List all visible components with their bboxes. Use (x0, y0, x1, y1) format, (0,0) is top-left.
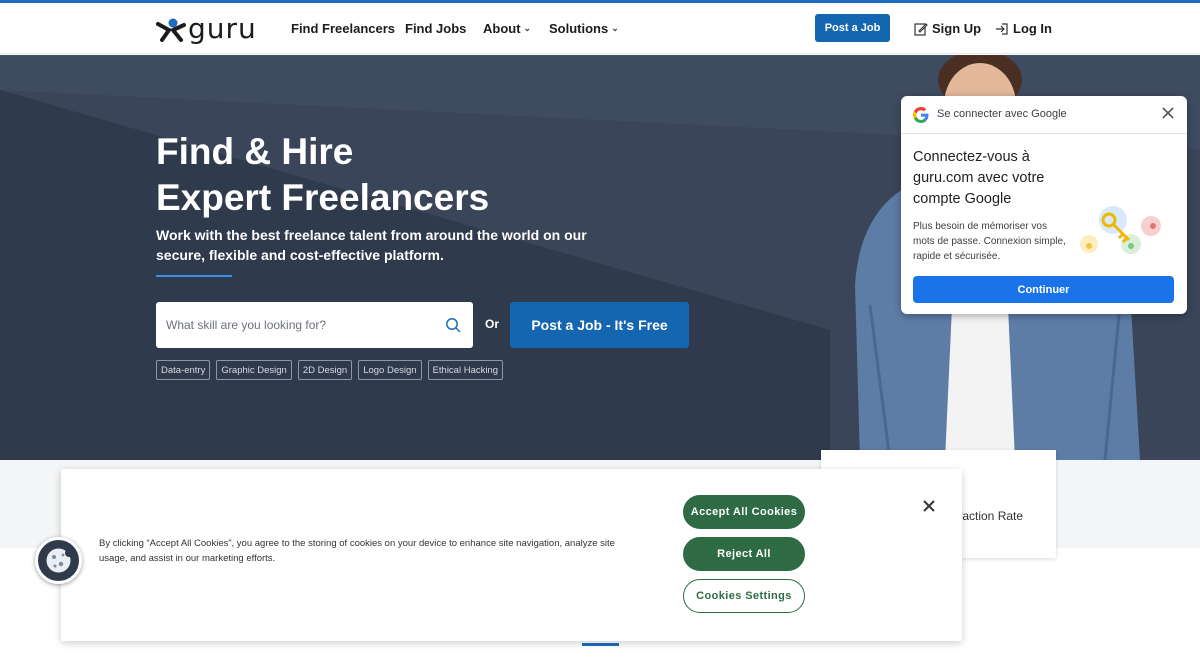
google-popup-heading: Se connecter avec Google (937, 108, 1067, 120)
section-accent-mark (582, 643, 619, 646)
nav-label: Find Freelancers (291, 21, 396, 36)
post-job-button[interactable]: Post a Job (815, 14, 890, 42)
google-popup-header: Se connecter avec Google (901, 96, 1187, 134)
log-in-link[interactable]: Log In (995, 3, 1052, 54)
skill-tag[interactable]: Logo Design (358, 360, 422, 380)
hero-subtitle: Work with the best freelance talent from… (156, 227, 587, 263)
nav-solutions[interactable]: Solutions ⌄ (549, 3, 619, 54)
sign-up-label: Sign Up (932, 21, 982, 36)
reject-all-button[interactable]: Reject All (683, 537, 805, 571)
chevron-down-icon: ⌄ (523, 23, 532, 33)
skill-tag[interactable]: Graphic Design (216, 360, 292, 380)
key-illustration-icon (1080, 206, 1161, 254)
post-job-free-button[interactable]: Post a Job - It's Free (510, 302, 689, 348)
cookie-icon (46, 548, 73, 573)
search-icon[interactable] (445, 317, 461, 333)
skill-tags: Data-entry Graphic Design 2D Design Logo… (156, 360, 504, 380)
google-logo-icon (913, 107, 929, 123)
sign-up-link[interactable]: Sign Up (914, 3, 981, 54)
close-icon[interactable] (1161, 106, 1175, 120)
chevron-down-icon: ⌄ (611, 23, 619, 33)
logo-text: guru (188, 12, 257, 45)
nav-find-jobs[interactable]: Find Jobs (405, 3, 466, 54)
hero-title-line1: Find & Hire (156, 131, 354, 172)
log-in-label: Log In (1013, 21, 1052, 36)
skill-search-input[interactable] (166, 318, 436, 332)
nav-about[interactable]: About ⌄ (483, 3, 531, 54)
skill-tag[interactable]: Ethical Hacking (427, 360, 504, 380)
nav-find-freelancers[interactable]: Find Freelancers (291, 3, 395, 54)
cookie-preferences-button[interactable] (35, 537, 82, 584)
nav-label: Find Jobs (405, 21, 467, 36)
google-continue-button[interactable]: Continuer (913, 276, 1174, 303)
site-header: guru Find Freelancers Find Jobs About ⌄ … (0, 3, 1200, 54)
hero-title: Find & Hire Expert Freelancers (156, 129, 489, 221)
guru-logo[interactable]: guru (156, 15, 257, 43)
hero-underline (156, 275, 232, 277)
or-label: Or (485, 317, 500, 331)
accept-all-cookies-button[interactable]: Accept All Cookies (683, 495, 805, 529)
google-popup-body: Plus besoin de mémoriser vos mots de pas… (913, 221, 1066, 262)
login-icon (996, 22, 1008, 35)
cookies-settings-button[interactable]: Cookies Settings (683, 579, 805, 613)
nav-label: About (483, 21, 521, 36)
hero-title-line2: Expert Freelancers (156, 177, 490, 218)
cookie-banner: By clicking “Accept All Cookies”, you ag… (61, 469, 962, 641)
close-icon[interactable] (923, 500, 935, 512)
guru-logo-icon (156, 18, 186, 42)
skill-search-box (156, 302, 473, 348)
google-popup-title: Connectez-vous à guru.com avec votre com… (913, 149, 1045, 207)
skill-tag[interactable]: Data-entry (156, 360, 211, 380)
google-signin-popup: Se connecter avec Google Connectez-vous … (901, 96, 1187, 314)
cookie-consent-text: By clicking “Accept All Cookies”, you ag… (99, 538, 615, 564)
edit-icon (914, 22, 928, 36)
nav-label: Solutions (549, 21, 609, 36)
stats-satisfaction-label: faction Rate (959, 509, 1024, 523)
skill-tag[interactable]: 2D Design (297, 360, 353, 380)
